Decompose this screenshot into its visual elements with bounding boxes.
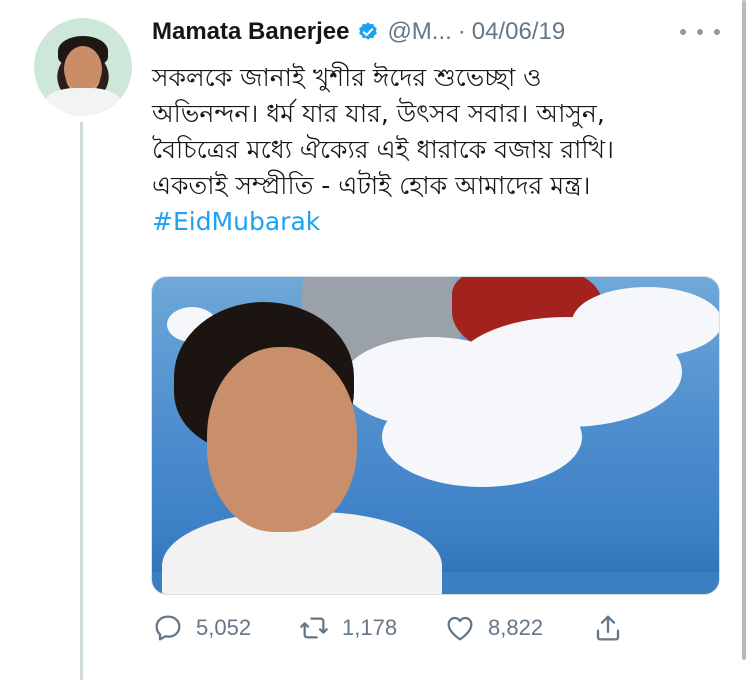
- author-name[interactable]: Mamata Banerjee: [152, 18, 349, 46]
- avatar-face: [64, 46, 102, 92]
- scrollbar[interactable]: [742, 0, 746, 660]
- retweet-icon: [300, 617, 328, 639]
- thread-line: [80, 122, 83, 680]
- tweet-text-line: একতাই সম্প্রীতি - এটাই হোক আমাদের মন্ত্র…: [152, 171, 591, 200]
- tweet-text-line: বৈচিত্রের মধ্যে ঐক্যের এই ধারাকে বজায় র…: [152, 135, 614, 164]
- reply-icon: [155, 615, 181, 641]
- tweet-text: সকলকে জানাই খুশীর ঈদের শুভেচ্ছা ও অভিনন্…: [152, 60, 727, 240]
- hashtag-link[interactable]: #EidMubarak: [152, 204, 727, 240]
- tweet-actions: 5,052 1,178 8,822: [152, 610, 632, 646]
- reply-count: 5,052: [196, 615, 252, 640]
- more-dot: [697, 29, 703, 35]
- tweet-date[interactable]: 04/06/19: [472, 18, 565, 46]
- reply-button[interactable]: 5,052: [152, 610, 251, 646]
- more-options-icon[interactable]: [680, 22, 720, 42]
- avatar-clothing: [44, 88, 122, 116]
- tweet-text-line: সকলকে জানাই খুশীর ঈদের শুভেচ্ছা ও: [152, 63, 542, 92]
- verified-badge-icon: [359, 22, 378, 40]
- image-cloud: [382, 387, 582, 487]
- retweet-count: 1,178: [342, 615, 398, 640]
- like-button[interactable]: 8,822: [444, 610, 543, 646]
- tweet-header: Mamata Banerjee @M... · 04/06/19: [152, 14, 565, 50]
- tweet-image[interactable]: [151, 276, 720, 595]
- heart-icon: [447, 616, 473, 641]
- image-cloud: [572, 287, 719, 357]
- more-dot: [714, 29, 720, 35]
- retweet-button[interactable]: 1,178: [298, 610, 397, 646]
- share-icon: [596, 615, 620, 641]
- more-dot: [680, 29, 686, 35]
- image-person-face: [207, 347, 357, 532]
- avatar[interactable]: [34, 18, 132, 116]
- header-separator: ·: [457, 18, 466, 45]
- author-handle[interactable]: @M...: [387, 18, 451, 46]
- share-button[interactable]: [592, 610, 636, 646]
- tweet-text-line: অভিনন্দন। ধর্ম যার যার, উৎসব সবার। আসুন,: [152, 99, 605, 128]
- like-count: 8,822: [488, 615, 544, 640]
